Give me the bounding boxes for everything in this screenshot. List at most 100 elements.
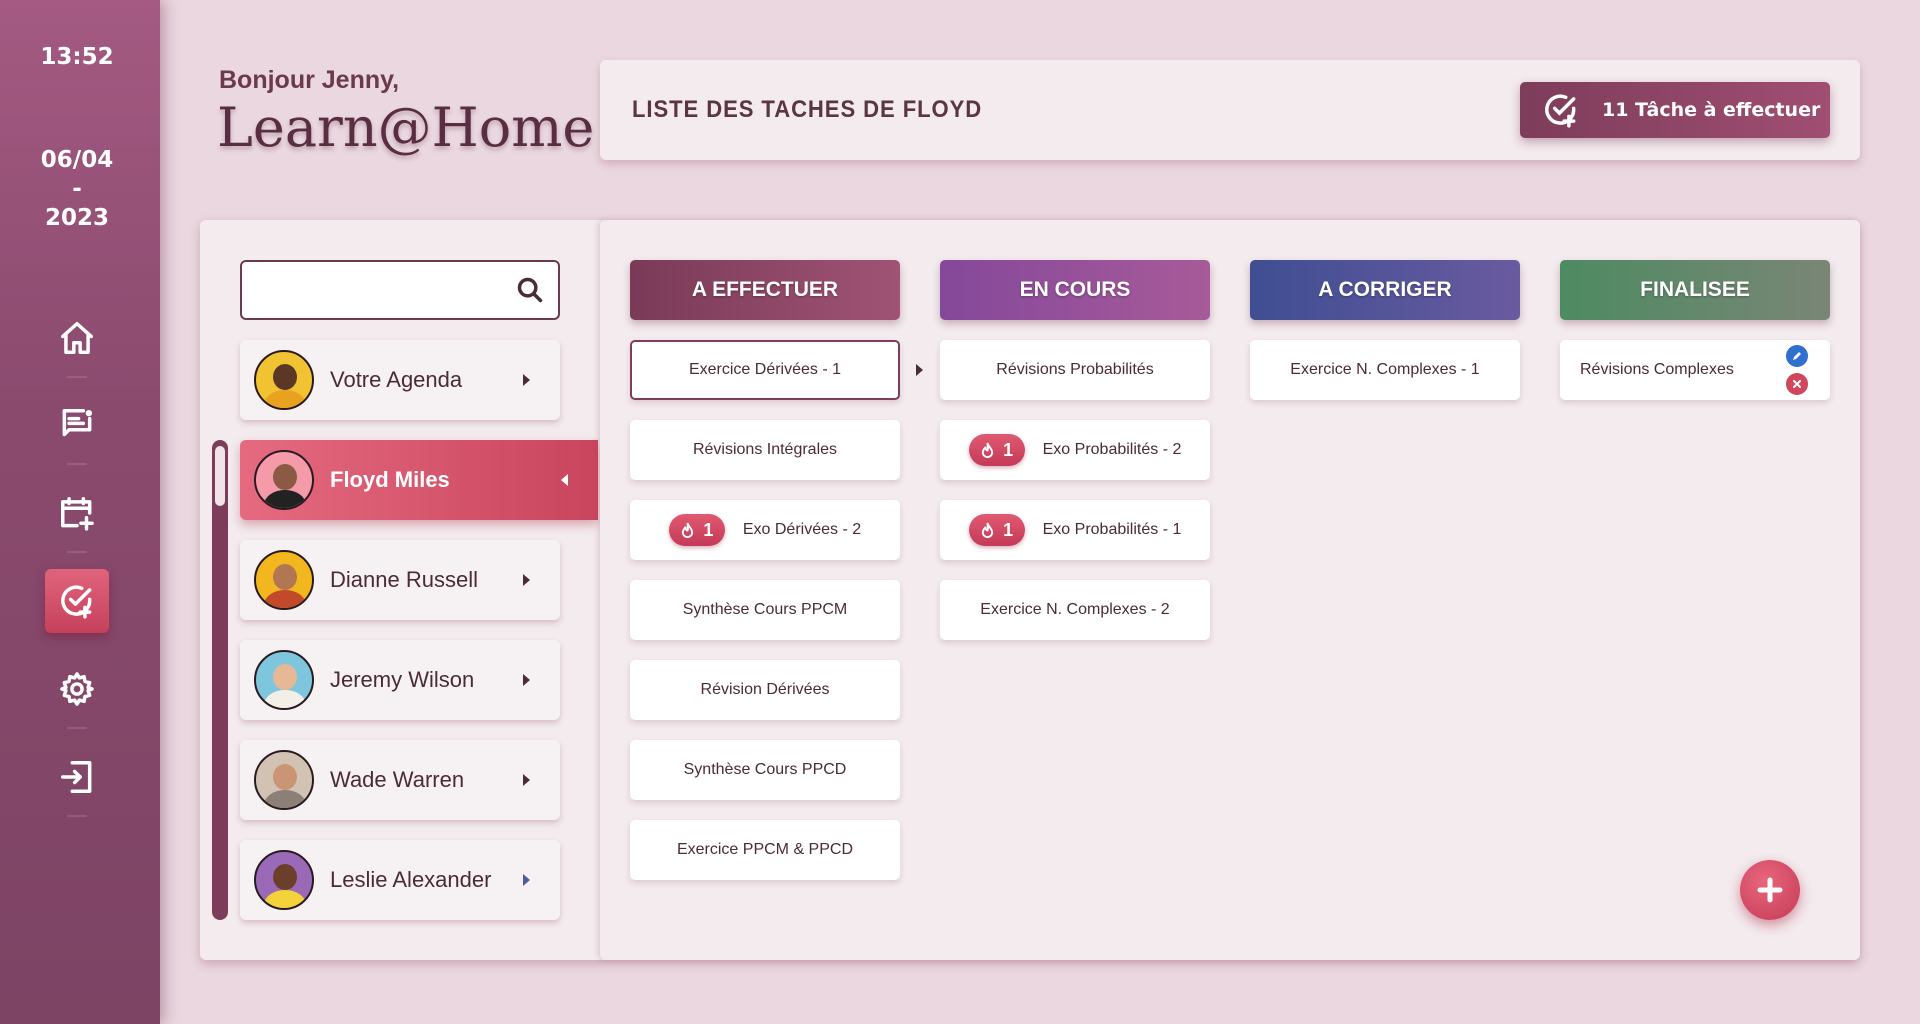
column-header-a-effectuer[interactable]: A EFFECTUER <box>630 260 900 320</box>
task-label: Révisions Intégrales <box>692 441 838 458</box>
delete-button[interactable] <box>1786 373 1808 395</box>
nav-logout[interactable] <box>45 745 109 817</box>
task-card[interactable]: Exercice PPCM & PPCD <box>630 820 900 880</box>
task-label: Révision Dérivées <box>700 681 830 698</box>
task-card[interactable]: Exercice N. Complexes - 1 <box>1250 340 1520 400</box>
task-label: Exercice PPCM & PPCD <box>676 841 854 858</box>
task-label: Révisions Probabilités <box>996 361 1154 378</box>
person-item[interactable]: Votre Agenda <box>240 340 560 420</box>
nav-settings[interactable] <box>45 657 109 729</box>
people-scrollbar[interactable] <box>212 440 228 920</box>
priority-count: 1 <box>703 519 714 540</box>
home-icon <box>61 322 93 354</box>
person-item[interactable]: Wade Warren <box>240 740 560 820</box>
tasks-icon <box>61 585 92 619</box>
clock: 13:52 <box>40 44 114 70</box>
task-label: Synthèse Cours PPCM <box>682 601 848 618</box>
chevron-right-icon <box>523 774 530 786</box>
person-item[interactable]: Jeremy Wilson <box>240 640 560 720</box>
search-box <box>240 260 560 320</box>
task-label: Exo Probabilités - 1 <box>1042 521 1182 538</box>
task-label: Exercice N. Complexes - 1 <box>1290 361 1480 378</box>
chevron-right-icon <box>523 874 530 886</box>
chevron-right-icon <box>523 374 530 386</box>
flame-icon <box>981 442 994 458</box>
task-card[interactable]: Exercice N. Complexes - 2 <box>940 580 1210 640</box>
main-panel: Votre Agenda Floyd Miles Dianne Russell <box>200 220 1860 960</box>
edit-button[interactable] <box>1786 345 1808 367</box>
task-card[interactable]: Révisions Complexes <box>1560 340 1830 400</box>
logout-icon <box>61 761 92 793</box>
avatar <box>254 550 314 610</box>
settings-icon <box>60 672 94 706</box>
flame-icon <box>682 522 694 538</box>
avatar <box>254 350 314 410</box>
column-header-a-corriger[interactable]: A CORRIGER <box>1250 260 1520 320</box>
person-name: Votre Agenda <box>330 367 463 392</box>
calendar-add-icon <box>61 497 94 531</box>
task-label: Exo Probabilités - 2 <box>1042 441 1182 458</box>
person-item[interactable]: Leslie Alexander <box>240 840 560 920</box>
nav-calendar-add[interactable] <box>45 481 109 553</box>
chevron-right-icon <box>523 574 530 586</box>
date-day: 06/04 <box>40 147 114 173</box>
person-name: Floyd Miles <box>330 467 450 492</box>
person-item[interactable]: Dianne Russell <box>240 540 560 620</box>
chevron-right-icon <box>523 674 530 686</box>
task-label: Exercice Dérivées - 1 <box>688 361 842 378</box>
task-label: Synthèse Cours PPCD <box>683 761 847 778</box>
task-card[interactable]: 1 Exo Dérivées - 2 <box>630 500 900 560</box>
priority-count: 1 <box>1003 439 1014 460</box>
task-card[interactable]: Exercice Dérivées - 1 <box>630 340 900 400</box>
add-task-button[interactable] <box>1740 860 1800 920</box>
nav-tasks[interactable] <box>45 569 109 633</box>
brand-logo: Learn@Home <box>217 96 595 159</box>
tasks-count-button[interactable]: 11 Tâche à effectuer <box>1520 82 1830 138</box>
column-header-en-cours[interactable]: EN COURS <box>940 260 1210 320</box>
page-title: LISTE DES TACHES DE FLOYD <box>632 96 983 123</box>
nav-messages[interactable] <box>45 393 109 465</box>
person-name: Leslie Alexander <box>330 867 492 892</box>
task-card[interactable]: Révisions Intégrales <box>630 420 900 480</box>
search-icon[interactable] <box>516 276 544 304</box>
task-card[interactable]: 1 Exo Probabilités - 2 <box>940 420 1210 480</box>
avatar <box>254 850 314 910</box>
priority-count: 1 <box>1003 519 1014 540</box>
person-name: Jeremy Wilson <box>330 667 475 692</box>
sidebar: 13:52 06/04 - 2023 <box>0 0 160 1024</box>
avatar <box>254 750 314 810</box>
greeting: Bonjour Jenny, <box>219 66 400 94</box>
priority-badge: 1 <box>968 434 1025 466</box>
date: 06/04 - 2023 <box>0 146 154 233</box>
search-input[interactable] <box>242 262 502 318</box>
column-header-finalisee[interactable]: FINALISEE <box>1560 260 1830 320</box>
task-label: Révisions Complexes <box>1580 361 1734 378</box>
task-card[interactable]: Révision Dérivées <box>630 660 900 720</box>
task-label: Exercice N. Complexes - 2 <box>980 601 1170 618</box>
person-name: Dianne Russell <box>330 567 478 592</box>
nav-home[interactable] <box>45 306 109 378</box>
kanban-board: A EFFECTUER EN COURS A CORRIGER FINALISE… <box>600 220 1860 960</box>
messages-icon <box>62 409 93 437</box>
date-separator: - <box>72 176 82 202</box>
scrollbar-thumb[interactable] <box>215 446 225 506</box>
task-card[interactable]: Révisions Probabilités <box>940 340 1210 400</box>
person-name: Wade Warren <box>330 767 465 792</box>
person-item[interactable]: Floyd Miles <box>240 440 598 520</box>
date-year: 2023 <box>44 205 109 231</box>
task-check-icon <box>1542 91 1580 129</box>
tasks-count-label: 11 Tâche à effectuer <box>1602 99 1821 121</box>
task-card[interactable]: Synthèse Cours PPCM <box>630 580 900 640</box>
topbar: LISTE DES TACHES DE FLOYD 11 Tâche à eff… <box>600 60 1860 160</box>
close-icon <box>1793 380 1801 388</box>
avatar <box>254 450 314 510</box>
move-right-icon[interactable] <box>916 364 923 376</box>
task-card[interactable]: 1 Exo Probabilités - 1 <box>940 500 1210 560</box>
flame-icon <box>981 522 994 538</box>
pencil-icon <box>1793 352 1801 360</box>
task-card[interactable]: Synthèse Cours PPCD <box>630 740 900 800</box>
avatar <box>254 650 314 710</box>
chevron-left-icon <box>561 474 568 486</box>
people-column: Votre Agenda Floyd Miles Dianne Russell <box>200 220 600 960</box>
plus-icon <box>1757 877 1783 903</box>
